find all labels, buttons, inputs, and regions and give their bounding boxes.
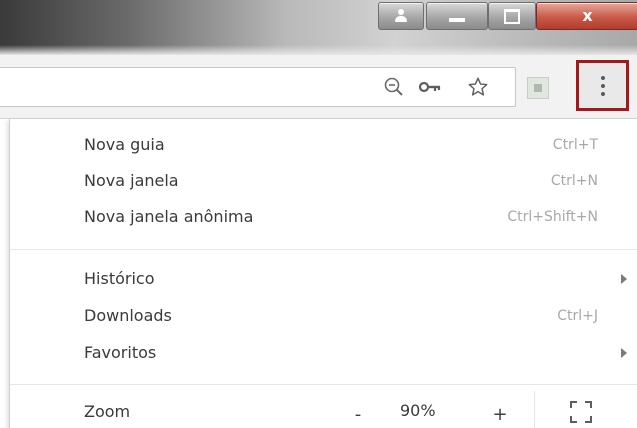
minimize-icon bbox=[449, 18, 465, 22]
menu-item-zoom: Zoom - 90% + bbox=[10, 391, 637, 428]
more-vert-dot bbox=[600, 83, 605, 88]
menu-item-downloads[interactable]: Downloads Ctrl+J bbox=[10, 300, 637, 332]
more-vert-icon bbox=[600, 75, 605, 80]
menu-item-shortcut: Ctrl+T bbox=[552, 137, 598, 153]
menu-item-label: Favoritos bbox=[84, 343, 157, 362]
more-options-button[interactable] bbox=[576, 60, 629, 111]
zoom-label: Zoom bbox=[84, 402, 131, 421]
minimize-button[interactable] bbox=[426, 2, 488, 30]
maximize-icon bbox=[504, 8, 520, 24]
menu-separator bbox=[10, 384, 637, 385]
key-icon[interactable] bbox=[418, 75, 442, 99]
maximize-button[interactable] bbox=[488, 2, 536, 30]
menu-item-new-incognito-window[interactable]: Nova janela anônima Ctrl+Shift+N bbox=[10, 201, 637, 233]
menu-item-shortcut: Ctrl+Shift+N bbox=[507, 209, 598, 225]
browser-toolbar bbox=[0, 55, 637, 119]
star-icon[interactable] bbox=[466, 75, 490, 99]
main-menu: Nova guia Ctrl+T Nova janela Ctrl+N Nova… bbox=[9, 119, 637, 428]
menu-item-label: Histórico bbox=[84, 269, 155, 288]
menu-item-shortcut: Ctrl+N bbox=[550, 173, 598, 189]
window-title-bar: x bbox=[0, 0, 637, 55]
more-vert-dot bbox=[600, 91, 605, 96]
zoom-divider bbox=[534, 391, 535, 428]
browser-window: x Nova guia Ctrl+T Nova janela Ctrl+N No… bbox=[0, 0, 637, 428]
submenu-arrow-icon bbox=[621, 348, 627, 358]
menu-item-label: Nova guia bbox=[84, 135, 165, 154]
submenu-arrow-icon bbox=[621, 274, 627, 284]
menu-item-label: Nova janela anônima bbox=[84, 207, 254, 226]
menu-item-history[interactable]: Histórico bbox=[10, 263, 637, 295]
profile-button[interactable] bbox=[378, 2, 424, 30]
menu-item-label: Nova janela bbox=[84, 171, 179, 190]
menu-separator bbox=[10, 249, 637, 250]
zoom-in-button[interactable]: + bbox=[482, 398, 518, 428]
user-icon bbox=[394, 9, 408, 23]
menu-item-label: Downloads bbox=[84, 306, 172, 325]
menu-item-bookmarks[interactable]: Favoritos bbox=[10, 337, 637, 369]
menu-item-new-tab[interactable]: Nova guia Ctrl+T bbox=[10, 129, 637, 161]
zoom-out-icon[interactable] bbox=[382, 75, 406, 99]
zoom-out-button[interactable]: - bbox=[340, 398, 376, 428]
close-button[interactable]: x bbox=[536, 2, 637, 30]
menu-item-shortcut: Ctrl+J bbox=[557, 308, 598, 324]
menu-item-new-window[interactable]: Nova janela Ctrl+N bbox=[10, 165, 637, 197]
extension-icon[interactable] bbox=[527, 77, 549, 99]
close-icon: x bbox=[582, 6, 593, 25]
zoom-level: 90% bbox=[400, 401, 436, 420]
fullscreen-icon[interactable] bbox=[568, 399, 594, 425]
